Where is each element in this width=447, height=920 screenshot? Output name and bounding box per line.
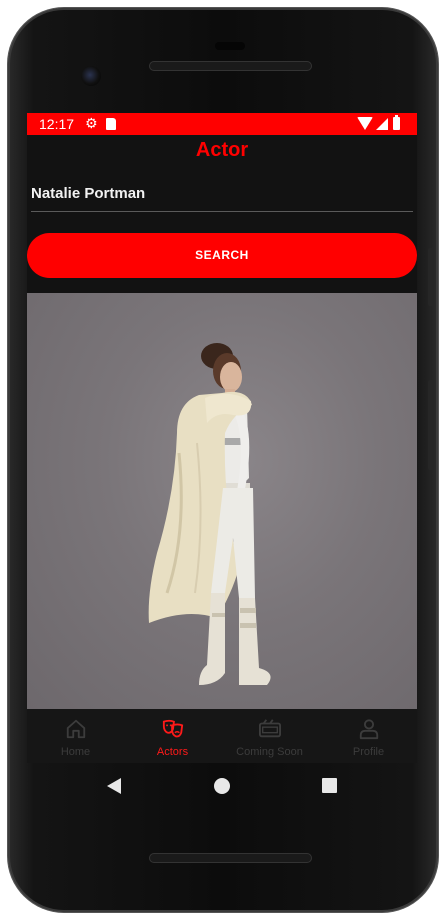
top-speaker (149, 61, 312, 71)
cinema-ticket-icon (259, 719, 281, 738)
signal-icon (376, 118, 388, 130)
actor-photo (27, 293, 417, 709)
nav-label-actors: Actors (156, 746, 189, 758)
home-circle-icon[interactable] (214, 778, 230, 794)
nav-item-profile[interactable]: Profile (320, 709, 417, 763)
bottom-speaker (149, 853, 312, 863)
search-button[interactable]: SEARCH (27, 233, 417, 278)
back-icon[interactable] (107, 778, 121, 794)
nav-item-actors[interactable]: Actors (124, 709, 221, 763)
top-earpiece (215, 42, 245, 50)
front-camera (81, 66, 101, 86)
status-time: 12:17 (39, 116, 75, 132)
theater-masks-icon (162, 719, 184, 738)
nav-item-coming-soon[interactable]: Coming Soon (221, 709, 318, 763)
app-screen: 12:17 ⚙ Actor Natalie Portman SEARCH Hom… (27, 113, 417, 763)
actor-search-input[interactable]: Natalie Portman (31, 185, 413, 212)
home-icon (66, 719, 86, 739)
power-button (428, 248, 434, 306)
gear-icon: ⚙ (85, 115, 98, 131)
volume-button (428, 380, 434, 470)
sd-card-icon (106, 118, 116, 130)
page-title: Actor (195, 139, 249, 161)
battery-icon (393, 115, 400, 130)
nav-label-coming-soon: Coming Soon (236, 746, 303, 758)
person-icon (359, 719, 379, 740)
actor-figure (148, 343, 271, 685)
bottom-nav: Home Actors Coming Soon Profile (27, 709, 417, 763)
system-nav-bar (27, 763, 417, 811)
nav-item-home[interactable]: Home (27, 709, 124, 763)
wifi-icon (357, 117, 373, 130)
nav-label-profile: Profile (352, 746, 385, 758)
recents-icon[interactable] (322, 778, 337, 793)
nav-label-home: Home (60, 746, 91, 758)
status-right-icons (357, 115, 407, 131)
status-bar: 12:17 ⚙ (27, 113, 417, 135)
